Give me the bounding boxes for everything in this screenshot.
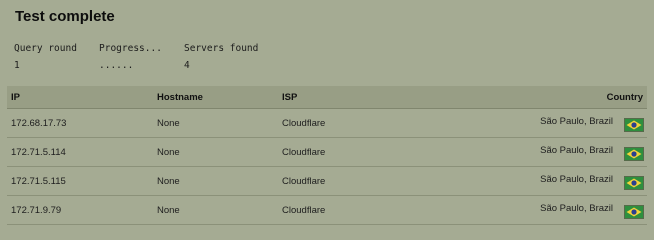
table-row: 172.71.9.79 None Cloudflare São Paulo, B… [7,196,647,225]
page-title: Test complete [15,8,115,25]
servers-found-stat: Servers found 4 [184,43,258,71]
header-isp: ISP [282,92,298,103]
cell-hostname: None [157,118,180,129]
header-ip: IP [11,92,20,103]
progress-label: Progress... [99,43,162,54]
cell-country: São Paulo, Brazil [540,174,613,185]
header-country: Country [606,92,643,103]
servers-found-value: 4 [184,60,190,71]
table-row: 172.71.5.115 None Cloudflare São Paulo, … [7,167,647,196]
cell-isp: Cloudflare [282,118,326,129]
cell-ip: 172.71.5.114 [11,147,66,158]
header-hostname: Hostname [157,92,203,103]
cell-country: São Paulo, Brazil [540,116,613,127]
table-header: IP Hostname ISP Country [7,86,647,109]
brazil-flag-icon [624,205,644,219]
cell-ip: 172.71.5.115 [11,176,66,187]
table-row: 172.71.5.114 None Cloudflare São Paulo, … [7,138,647,167]
query-round-label: Query round [14,43,77,54]
cell-country: São Paulo, Brazil [540,145,613,156]
table-row: 172.68.17.73 None Cloudflare São Paulo, … [7,109,647,138]
brazil-flag-icon [624,118,644,132]
query-round-value: 1 [14,60,20,71]
brazil-flag-icon [624,147,644,161]
progress-value: ...... [99,60,134,71]
results-table: IP Hostname ISP Country 172.68.17.73 Non… [7,86,647,225]
cell-ip: 172.68.17.73 [11,118,67,129]
cell-hostname: None [157,205,180,216]
cell-ip: 172.71.9.79 [11,205,62,216]
cell-hostname: None [157,176,180,187]
cell-hostname: None [157,147,180,158]
query-round-stat: Query round 1 [14,43,77,71]
servers-found-label: Servers found [184,43,259,54]
cell-isp: Cloudflare [282,147,326,158]
progress-stat: Progress... ...... [99,43,162,71]
cell-country: São Paulo, Brazil [540,203,613,214]
brazil-flag-icon [624,176,644,190]
cell-isp: Cloudflare [282,176,326,187]
cell-isp: Cloudflare [282,205,326,216]
